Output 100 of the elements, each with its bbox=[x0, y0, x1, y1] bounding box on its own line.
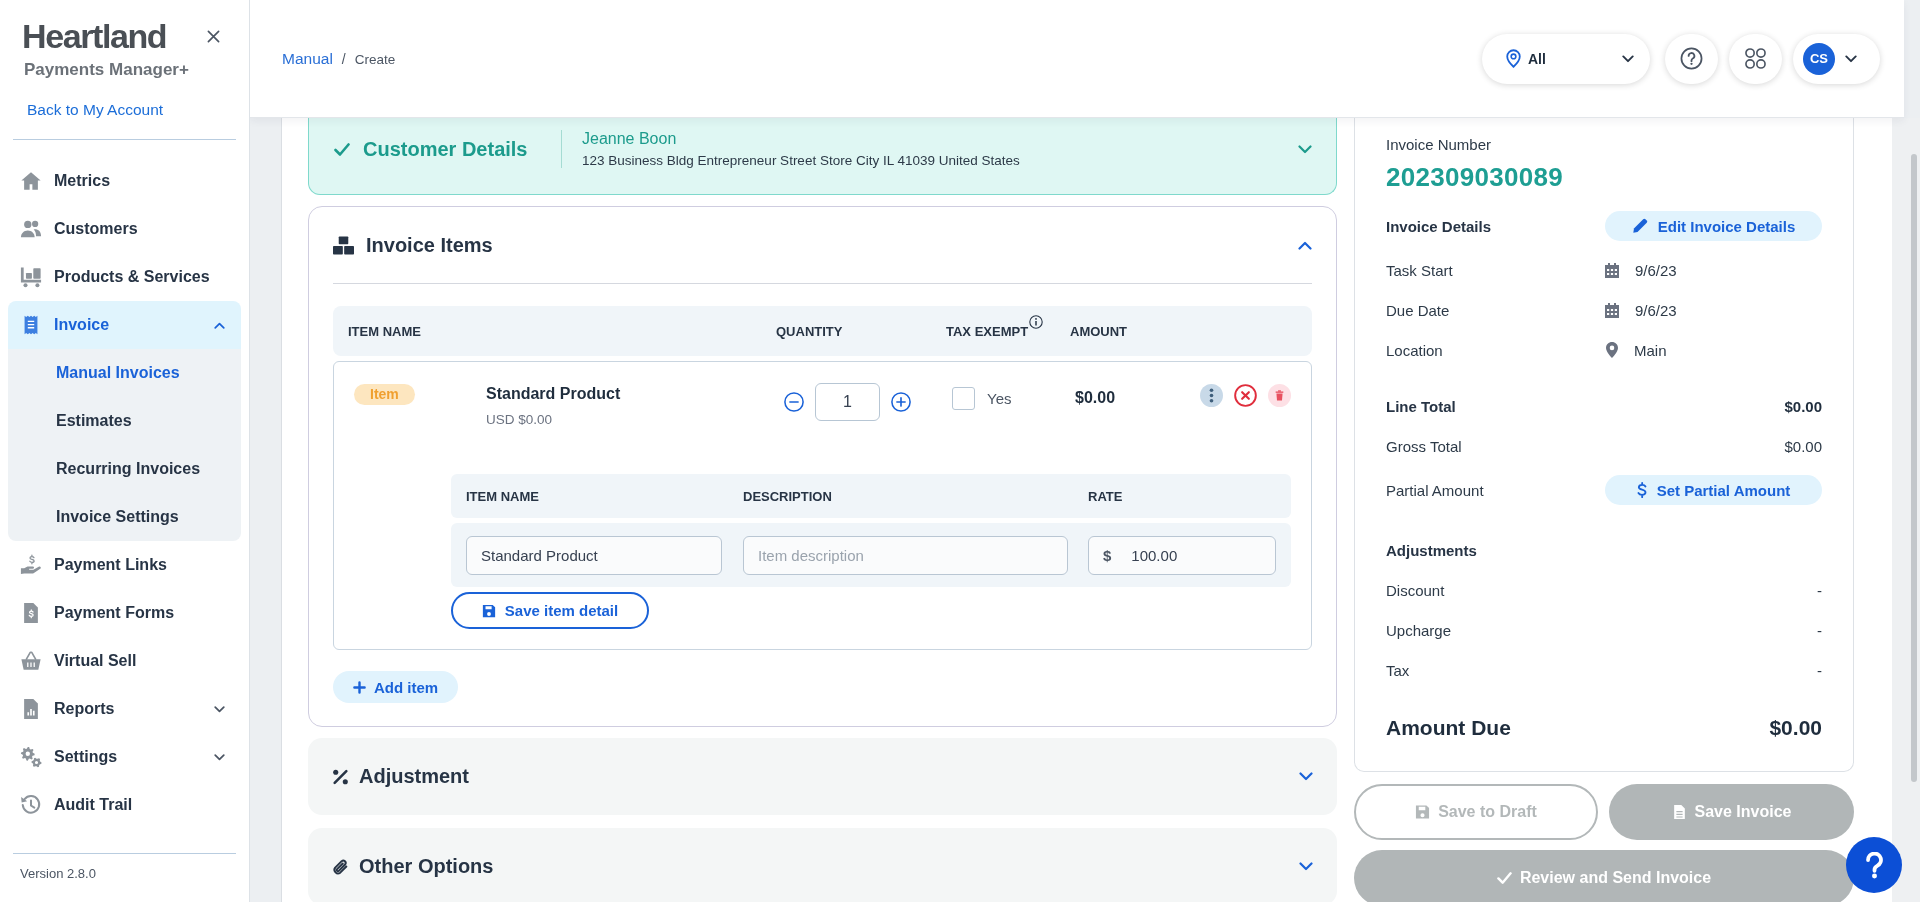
product-price: USD $0.00 bbox=[486, 411, 553, 429]
detail-label: Due Date bbox=[1386, 301, 1451, 319]
trash-icon[interactable] bbox=[1268, 384, 1291, 407]
item-amount: $0.00 bbox=[1075, 388, 1116, 408]
column-header: RATE bbox=[1088, 488, 1124, 504]
nav-item[interactable]: Virtual Sell bbox=[8, 637, 241, 685]
item-name-input[interactable]: Standard Product bbox=[466, 535, 722, 575]
help-menu-button[interactable] bbox=[1665, 33, 1718, 84]
submenu-item[interactable]: Recurring Invoices bbox=[8, 445, 241, 493]
location-select[interactable]: All bbox=[1482, 33, 1650, 84]
nav-item[interactable]: Metrics bbox=[8, 157, 241, 205]
item-type-tag: Item bbox=[354, 384, 415, 405]
hand-coin-icon bbox=[20, 554, 42, 576]
apps-button[interactable] bbox=[1729, 33, 1782, 84]
amount-due-label: Amount Due bbox=[1386, 716, 1511, 740]
pencil-icon bbox=[1631, 218, 1648, 234]
total-value: $0.00 bbox=[1784, 437, 1822, 455]
breadcrumb-link[interactable]: Manual bbox=[282, 49, 333, 68]
detail-value: 9/6/23 bbox=[1635, 261, 1677, 279]
tax-exempt-checkbox[interactable] bbox=[952, 387, 975, 410]
minus-circle-icon[interactable] bbox=[784, 392, 804, 412]
detail-value: Main bbox=[1634, 341, 1667, 359]
column-header: DESCRIPTION bbox=[743, 488, 833, 504]
customer-name: Jeanne Boon bbox=[582, 128, 677, 148]
section-title: Adjustment bbox=[359, 765, 469, 788]
column-header: QUANTITY bbox=[776, 323, 843, 339]
boxes-icon bbox=[333, 235, 354, 255]
nav-item[interactable]: Payment Forms bbox=[8, 589, 241, 637]
section-title: Customer Details bbox=[363, 137, 528, 161]
adjustment-value: - bbox=[1817, 581, 1822, 599]
brand-logo: Heartland bbox=[22, 16, 167, 56]
column-header: TAX EXEMPT bbox=[946, 323, 1029, 339]
total-label: Line Total bbox=[1386, 397, 1457, 415]
column-header: ITEM NAME bbox=[466, 488, 540, 504]
detail-value: 9/6/23 bbox=[1635, 301, 1677, 319]
quantity-input[interactable]: 1 bbox=[815, 383, 880, 421]
plus-circle-icon[interactable] bbox=[891, 392, 911, 412]
collapsed-section[interactable]: Adjustment bbox=[308, 738, 1337, 815]
question-mark-icon bbox=[1864, 851, 1884, 879]
submenu-item[interactable]: Manual Invoices bbox=[8, 349, 241, 397]
chevron-down-icon[interactable] bbox=[1299, 862, 1313, 871]
history-icon bbox=[20, 794, 42, 816]
close-icon[interactable] bbox=[207, 29, 220, 43]
scrollbar-thumb[interactable] bbox=[1911, 154, 1917, 782]
boxes-cart-icon bbox=[20, 266, 42, 288]
basket-icon bbox=[20, 650, 42, 672]
invoice-number-label: Invoice Number bbox=[1386, 135, 1492, 153]
chevron-down-icon[interactable] bbox=[214, 753, 225, 761]
nav-item[interactable]: Customers bbox=[8, 205, 241, 253]
plus-icon bbox=[352, 680, 366, 694]
check-icon bbox=[1496, 870, 1512, 886]
total-value: $0.00 bbox=[1784, 397, 1822, 415]
map-pin-icon bbox=[1606, 342, 1618, 358]
paperclip-icon bbox=[332, 857, 349, 876]
product-name: Payments Manager+ bbox=[24, 59, 189, 81]
location-pin-icon bbox=[1506, 49, 1521, 68]
edit-invoice-details-button[interactable]: Edit Invoice Details bbox=[1605, 211, 1822, 241]
nav-item[interactable]: Invoice bbox=[8, 301, 241, 349]
save-item-detail-button[interactable]: Save item detail bbox=[451, 592, 649, 629]
subsection-title: Invoice Details bbox=[1386, 217, 1493, 235]
percent-icon bbox=[332, 767, 349, 786]
chevron-up-icon[interactable] bbox=[1298, 240, 1312, 250]
submenu-item[interactable]: Estimates bbox=[8, 397, 241, 445]
amount-due-value: $0.00 bbox=[1769, 716, 1822, 740]
user-avatar: CS bbox=[1803, 42, 1835, 75]
adjustment-value: - bbox=[1817, 621, 1822, 639]
nav-item[interactable]: Reports bbox=[8, 685, 241, 733]
product-name: Standard Product bbox=[486, 384, 621, 404]
chevron-down-icon[interactable] bbox=[214, 705, 225, 713]
home-icon bbox=[20, 170, 42, 192]
customer-address: 123 Business Bldg Entrepreneur Street Store City IL 41039 United States bbox=[582, 151, 1020, 170]
chevron-down-icon[interactable] bbox=[1299, 772, 1313, 781]
breadcrumb-separator: / bbox=[341, 50, 346, 67]
calendar-icon bbox=[1605, 262, 1619, 278]
submenu-item[interactable]: Invoice Settings bbox=[8, 493, 241, 541]
people-icon bbox=[20, 218, 42, 240]
description-input[interactable]: Item description bbox=[743, 535, 1068, 575]
account-menu-button[interactable]: CS bbox=[1793, 33, 1880, 84]
adjustment-label: Tax bbox=[1386, 661, 1411, 679]
dollar-icon bbox=[1636, 481, 1647, 499]
nav-item[interactable]: Settings bbox=[8, 733, 241, 781]
collapsed-section[interactable]: Other Options bbox=[308, 828, 1337, 902]
rate-input[interactable]: $ 100.00 bbox=[1088, 535, 1276, 575]
total-label: Gross Total bbox=[1386, 437, 1463, 455]
help-icon bbox=[1680, 47, 1703, 70]
adjustment-value: - bbox=[1817, 661, 1822, 679]
kebab-menu-icon[interactable] bbox=[1200, 384, 1223, 407]
close-circle-icon[interactable] bbox=[1234, 384, 1257, 407]
set-partial-amount-button[interactable]: Set Partial Amount bbox=[1605, 475, 1822, 505]
back-link[interactable]: Back to My Account bbox=[27, 100, 164, 120]
chevron-up-icon[interactable] bbox=[214, 321, 225, 329]
nav-item[interactable]: Payment Links bbox=[8, 541, 241, 589]
total-label: Partial Amount bbox=[1386, 481, 1485, 499]
checkbox-label: Yes bbox=[987, 390, 1012, 407]
breadcrumb-current: Create bbox=[354, 51, 396, 67]
nav-item[interactable]: Products & Services bbox=[8, 253, 241, 301]
nav-item[interactable]: Audit Trail bbox=[8, 781, 241, 829]
section-title: Other Options bbox=[359, 855, 494, 878]
add-item-button[interactable]: Add item bbox=[333, 671, 458, 703]
adjustment-label: Discount bbox=[1386, 581, 1446, 599]
